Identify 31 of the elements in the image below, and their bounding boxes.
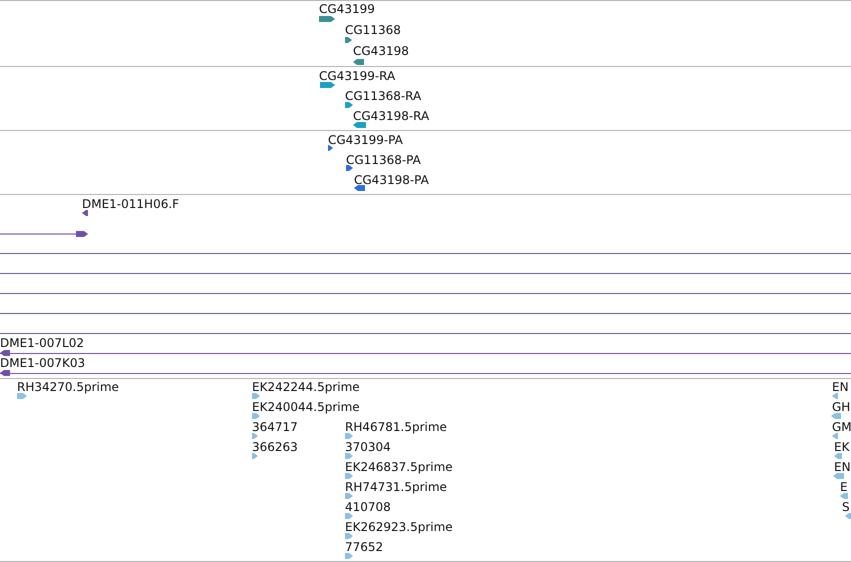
feature-label: EK262923.5prime	[345, 520, 453, 534]
feature-label: GM	[832, 420, 851, 434]
feature-label: EK240044.5prime	[252, 400, 360, 414]
feature-label: CG11368-RA	[345, 89, 422, 103]
feature-label: EK246837.5prime	[345, 460, 453, 474]
feature-label: 410708	[345, 500, 391, 514]
feature-label: 77652	[345, 540, 384, 554]
feature-label: RH34270.5prime	[17, 380, 119, 394]
feature-label: CG43198-RA	[353, 109, 430, 123]
feature-label: CG43198-PA	[354, 173, 429, 187]
feature-label: EN	[834, 460, 851, 474]
feature-label: RH46781.5prime	[345, 420, 447, 434]
feature-label: RH74731.5prime	[345, 480, 447, 494]
feature-label: DME1-007K03	[0, 356, 86, 370]
feature-label: CG43199-RA	[319, 69, 396, 83]
feature-label: CG43199-PA	[328, 133, 403, 147]
feature-label: E	[840, 480, 848, 494]
feature-label: DME1-011H06.F	[82, 197, 180, 211]
feature-label: 370304	[345, 440, 391, 454]
feature-label: EN	[832, 380, 849, 394]
feature-label: S	[842, 500, 850, 514]
feature-label: CG43198	[353, 44, 409, 58]
feature-label: GH	[832, 400, 850, 414]
feature-label: CG43199	[319, 2, 375, 16]
feature-label: DME1-007L02	[0, 336, 84, 350]
feature-label: 366263	[252, 440, 298, 454]
feature-label: 364717	[252, 420, 298, 434]
feature-label: CG11368-PA	[346, 153, 421, 167]
feature-label: CG11368	[345, 23, 401, 37]
feature-label: EK242244.5prime	[252, 380, 360, 394]
feature-label: EK	[834, 440, 850, 454]
